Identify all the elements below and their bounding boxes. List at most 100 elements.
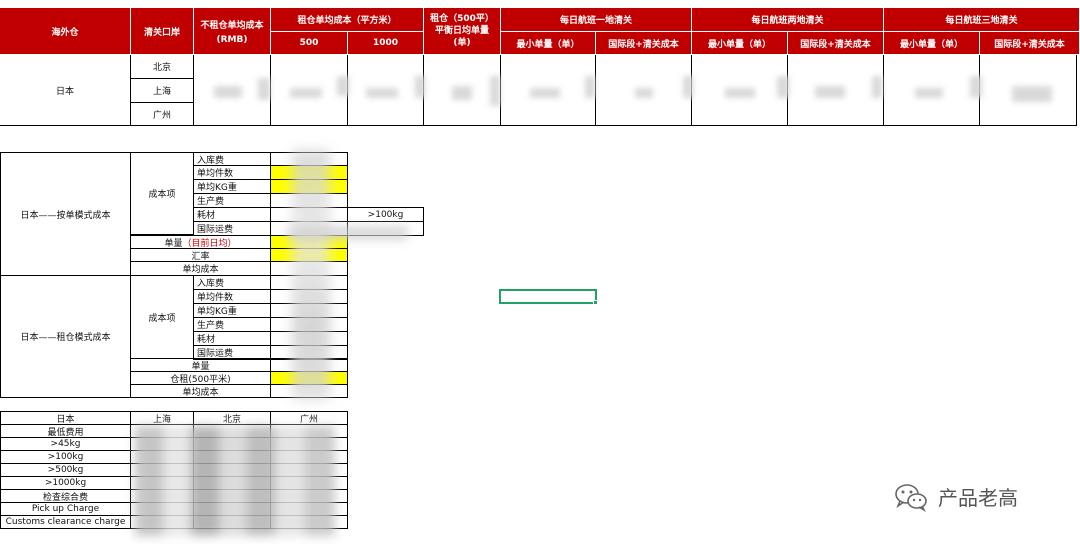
port-label: 上海 <box>152 87 171 97</box>
mid1-order-volume-label: 单量 <box>164 238 183 249</box>
header-flight-three-label: 每日航班三地清关 <box>945 16 1018 26</box>
mid2-item[interactable]: 耗材 <box>193 331 271 346</box>
mid1-item[interactable]: 单均KG重 <box>193 179 271 194</box>
cell-port-shanghai[interactable]: 上海 <box>131 79 194 103</box>
header-overseas-warehouse[interactable]: 海外仓 <box>0 8 131 55</box>
header-flight-two[interactable]: 每日航班两地清关 <box>692 8 884 32</box>
redacted-value <box>635 88 653 98</box>
mid1-item[interactable]: 国际运费 <box>193 221 271 236</box>
header-min-orders-3[interactable]: 最小单量（单） <box>884 32 980 55</box>
bottom-header-beijing[interactable]: 北京 <box>193 411 271 425</box>
redacted-value <box>337 76 349 96</box>
bottom-row-text: >100kg <box>47 452 84 462</box>
redacted-value <box>585 76 595 98</box>
mid1-title: 日本——按单模式成本 <box>20 210 111 221</box>
header-flight-three[interactable]: 每日航班三地清关 <box>884 8 1080 32</box>
header-area-1000[interactable]: 1000 <box>348 32 424 55</box>
mid1-item[interactable]: 入库费 <box>193 152 271 166</box>
port-label: 北京 <box>152 63 171 73</box>
header-area-500-label: 500 <box>299 38 319 48</box>
header-intl-cost-1[interactable]: 国际段+清关成本 <box>596 32 692 55</box>
header-flight-one-label: 每日航班一地清关 <box>559 16 632 26</box>
mid2-title-cell[interactable]: 日本——租仓模式成本 <box>0 275 131 398</box>
mid1-unit-cost-cell[interactable]: 单均成本 <box>130 261 271 276</box>
header-min-orders-1[interactable]: 最小单量（单） <box>501 32 596 55</box>
bottom-row-label[interactable]: Customs clearance charge <box>0 515 131 529</box>
bottom-row-label[interactable]: >100kg <box>0 450 131 464</box>
mid1-title-cell[interactable]: 日本——按单模式成本 <box>0 152 131 276</box>
header-clearance-port[interactable]: 清关口岸 <box>131 8 194 55</box>
mid2-order-volume-cell[interactable]: 单量 <box>130 358 271 372</box>
mid2-item[interactable]: 生产费 <box>193 317 271 332</box>
header-intl-cost-3[interactable]: 国际段+清关成本 <box>980 32 1080 55</box>
mid1-item[interactable]: 生产费 <box>193 193 271 208</box>
fill-handle[interactable] <box>593 300 598 305</box>
bottom-row-label[interactable]: >500kg <box>0 463 131 477</box>
header-min-orders-2[interactable]: 最小单量（单） <box>692 32 788 55</box>
mid2-item[interactable]: 单均件数 <box>193 289 271 304</box>
bottom-row-label[interactable]: 检查综合费 <box>0 489 131 503</box>
bottom-header-label: 广州 <box>299 414 318 425</box>
header-cost-no-rent[interactable]: 不租仓单均成本 (RMB) <box>194 8 271 55</box>
header-area-500[interactable]: 500 <box>271 32 348 55</box>
mid1-cost-items-label: 成本项 <box>148 190 176 200</box>
redacted-value <box>290 88 322 98</box>
cell-port-guangzhou[interactable]: 广州 <box>131 103 194 126</box>
cell-port-beijing[interactable]: 北京 <box>131 55 194 79</box>
header-min-orders-3-label: 最小单量（单） <box>899 39 963 50</box>
mid1-item[interactable]: 单均件数 <box>193 165 271 180</box>
mid1-fx-label: 汇率 <box>191 251 210 262</box>
country-label: 日本 <box>55 87 74 97</box>
bottom-header-shanghai[interactable]: 上海 <box>130 411 194 425</box>
header-min-orders-2-label: 最小单量（单） <box>707 39 771 50</box>
header-intl-cost-2[interactable]: 国际段+清关成本 <box>788 32 884 55</box>
redaction-mosaic <box>135 426 335 536</box>
mid1-item-label: 入库费 <box>197 155 225 166</box>
mid2-unit-cost-cell[interactable]: 单均成本 <box>130 384 271 398</box>
mid2-item[interactable]: 入库费 <box>193 275 271 290</box>
header-rent-unit-cost-label: 租仓单均成本（平方米） <box>297 16 397 26</box>
header-cost-no-rent-unit: (RMB) <box>216 34 248 45</box>
bottom-row-text: >1000kg <box>44 478 87 488</box>
header-rent-breakeven-line3: (单) <box>453 38 471 48</box>
bottom-row-label[interactable]: >45kg <box>0 437 131 451</box>
bottom-row-label[interactable]: Pick up Charge <box>0 502 131 516</box>
mid1-item-label: 单均件数 <box>197 169 234 179</box>
bottom-header-guangzhou[interactable]: 广州 <box>270 411 348 425</box>
mid1-order-volume-cell[interactable]: 单量 （目前日均） <box>130 235 271 249</box>
redacted-value <box>258 78 270 100</box>
redacted-value <box>683 76 693 98</box>
mid2-rent-cell[interactable]: 仓租(500平米) <box>130 371 271 385</box>
redacted-value <box>530 88 560 98</box>
cell-country-japan[interactable]: 日本 <box>0 55 131 126</box>
mid1-item-label: 生产费 <box>197 197 225 207</box>
mid1-item[interactable]: 耗材 <box>193 207 271 222</box>
header-rent-unit-cost[interactable]: 租仓单均成本（平方米） <box>271 8 424 32</box>
redacted-value <box>1012 86 1052 102</box>
wechat-icon <box>893 480 929 514</box>
grid-line <box>270 55 271 126</box>
bottom-header-label: 日本 <box>56 414 75 425</box>
bottom-row-label[interactable]: 最低费用 <box>0 424 131 438</box>
mid1-fx-cell[interactable]: 汇率 <box>130 248 271 262</box>
consumable-note-text: >100kg <box>367 209 404 220</box>
selected-cell[interactable] <box>499 289 597 304</box>
mid1-cost-items-cell[interactable]: 成本项 <box>130 152 194 235</box>
header-cost-no-rent-label: 不租仓单均成本 <box>200 20 264 31</box>
header-flight-two-label: 每日航班两地清关 <box>751 16 824 26</box>
header-intl-cost-2-label: 国际段+清关成本 <box>800 39 871 50</box>
grid-line <box>1076 55 1077 126</box>
bottom-header-country[interactable]: 日本 <box>0 411 131 425</box>
header-rent-breakeven[interactable]: 租仓（500平） 平衡日均单量 (单) <box>424 8 501 55</box>
header-flight-one[interactable]: 每日航班一地清关 <box>501 8 692 32</box>
mid2-item[interactable]: 单均KG重 <box>193 303 271 318</box>
mid2-cost-items-cell[interactable]: 成本项 <box>130 275 194 359</box>
redacted-value <box>872 76 882 98</box>
mid2-title: 日本——租仓模式成本 <box>20 333 111 343</box>
port-label: 广州 <box>152 111 171 121</box>
bottom-row-text: >45kg <box>50 439 81 449</box>
redaction-strip <box>292 150 330 400</box>
redacted-value <box>915 88 943 98</box>
header-rent-breakeven-line1: 租仓（500平） <box>430 14 494 24</box>
bottom-row-label[interactable]: >1000kg <box>0 476 131 490</box>
